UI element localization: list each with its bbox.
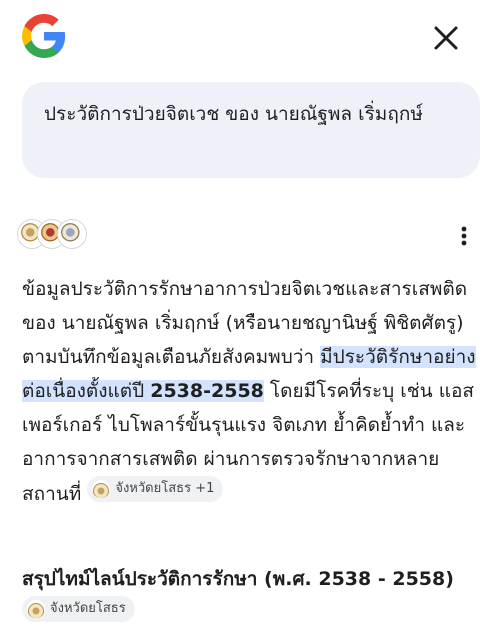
seal-icon[interactable]: [58, 220, 86, 248]
query-bubble[interactable]: ประวัติการป่วยจิตเวช ของ นายณัฐพล เริ่มฤ…: [22, 82, 480, 178]
source-icons[interactable]: [18, 220, 88, 250]
seal-icon: [27, 600, 45, 618]
more-vert-icon[interactable]: [452, 222, 476, 250]
close-icon[interactable]: [428, 20, 464, 56]
timeline-heading: สรุปไทม์ไลน์ประวัติการรักษา (พ.ศ. 2538 -…: [22, 562, 484, 631]
source-chip[interactable]: จังหวัดยโสธร +1: [87, 476, 224, 502]
timeline-heading-text: สรุปไทม์ไลน์ประวัติการรักษา (พ.ศ. 2538 -…: [22, 568, 454, 590]
query-text: ประวัติการป่วยจิตเวช ของ นายณัฐพล เริ่มฤ…: [44, 103, 423, 125]
source-chip[interactable]: จังหวัดยโสธร: [22, 596, 135, 622]
source-chip-label: จังหวัดยโสธร +1: [115, 481, 215, 496]
google-g-logo-icon[interactable]: [20, 12, 68, 60]
source-chip-label: จังหวัดยโสธร: [50, 601, 126, 616]
answer-paragraph: ข้อมูลประวัติการรักษาอาการป่วยจิตเวชและส…: [22, 272, 484, 511]
top-bar: [0, 0, 500, 78]
highlight-years: 2538-2558: [150, 380, 264, 402]
seal-icon: [92, 480, 111, 498]
